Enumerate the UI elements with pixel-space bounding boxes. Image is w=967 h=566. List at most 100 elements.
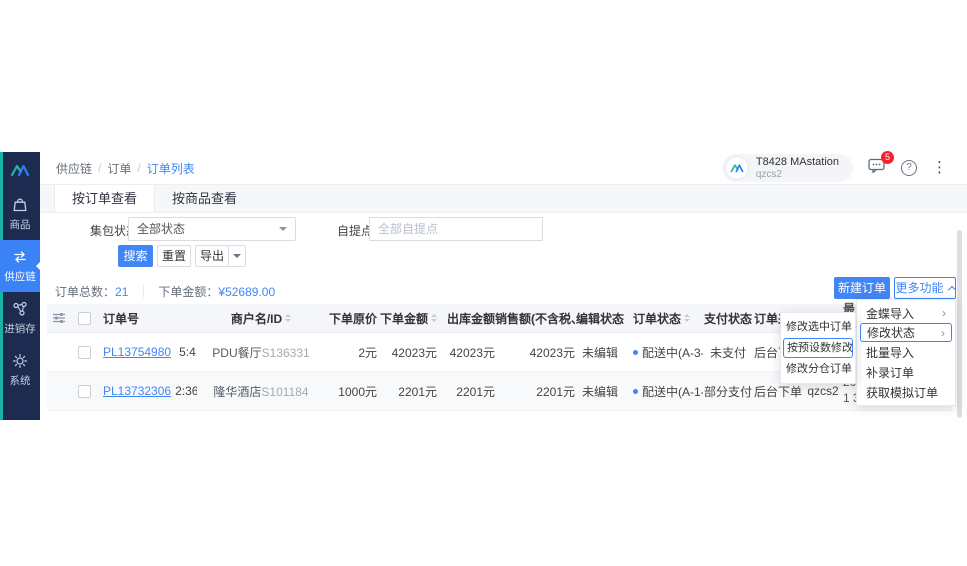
more-options-icon[interactable]: ⋮ (932, 160, 947, 175)
outbound-amount: 2201元 (437, 383, 495, 400)
pickup-point-label: 自提点 (337, 222, 373, 239)
messages-button[interactable]: 5 (868, 158, 886, 177)
select-all-checkbox[interactable] (78, 312, 91, 325)
sort-icon[interactable] (285, 311, 291, 325)
sidebar-item-system[interactable]: 系统 (0, 344, 40, 396)
row-checkbox[interactable] (78, 346, 91, 359)
pay-status: 部分支付 (703, 383, 753, 400)
gear-icon (11, 352, 29, 370)
header-order-no: 订单号 (97, 310, 197, 327)
merchant-name: PDU餐厅 (212, 346, 261, 360)
header-original-price: 下单原价 (325, 310, 377, 327)
sidebar-item-inventory[interactable]: 进销存 (0, 292, 40, 344)
order-link[interactable]: PL13754980 (103, 345, 171, 359)
submenu-arrow-icon: › (941, 326, 945, 340)
menu-item-label: 获取模拟订单 (866, 384, 938, 401)
status-dot (633, 350, 638, 355)
order-time: 5:41 (179, 345, 197, 359)
user-account-pill[interactable]: T8428 MAstation qzcs2 (722, 154, 853, 182)
sidebar-item-goods[interactable]: 商品 (0, 188, 40, 240)
menu-item-label: 补录订单 (866, 364, 914, 381)
breadcrumb-current-order-list[interactable]: 订单列表 (147, 160, 195, 177)
column-settings-icon (52, 312, 66, 324)
sidebar-item-supply-chain[interactable]: 供应链 (0, 240, 40, 292)
sidebar-item-label: 系统 (10, 373, 31, 388)
bag-icon (11, 196, 29, 214)
package-status-value: 全部状态 (137, 222, 185, 236)
page-canvas: 商品 供应链 进销存 系统 供应链 / 订单 / 订单列表 (0, 0, 967, 566)
sales-amount: 42023元 (495, 344, 575, 361)
breadcrumb-link-orders[interactable]: 订单 (107, 160, 131, 177)
submenu-item-modify-split-warehouse[interactable]: 修改分仓订单 (781, 358, 855, 380)
pay-status: 未支付 (703, 344, 753, 361)
pickup-point-input[interactable] (369, 217, 543, 241)
more-actions-menu: 金蝶导入 › 修改状态 › 批量导入 补录订单 获取模拟订单 (856, 299, 956, 406)
breadcrumb-separator: / (137, 161, 140, 175)
user-account: qzcs2 (756, 169, 839, 181)
user-name: T8428 MAstation (756, 156, 839, 169)
edit-status: 未编辑 (575, 383, 625, 400)
header-edit-status: 编辑状态 (575, 310, 625, 327)
order-amount: 2201元 (377, 383, 437, 400)
sidebar-item-label: 供应链 (4, 269, 36, 284)
merchant-id: S136331 (262, 346, 310, 360)
vertical-scrollbar[interactable] (957, 230, 962, 418)
notification-badge: 5 (881, 151, 894, 164)
more-actions-button[interactable]: 更多功能 (894, 277, 956, 299)
menu-item-modify-status[interactable]: 修改状态 › (860, 323, 952, 342)
search-button[interactable]: 搜索 (118, 245, 153, 267)
order-status: 配送中(A-3-1) (642, 344, 703, 361)
help-icon[interactable]: ? (901, 160, 917, 176)
more-actions-label: 更多功能 (895, 278, 943, 298)
app-logo[interactable] (0, 152, 40, 188)
row-checkbox[interactable] (78, 385, 91, 398)
header-order-status: 订单状态 (625, 310, 703, 327)
supply-chain-icon (11, 248, 29, 266)
caret-down-icon (233, 254, 241, 262)
order-count-value: 21 (115, 285, 128, 299)
row-checkbox-cell (71, 346, 97, 359)
row-checkbox-cell (71, 385, 97, 398)
breadcrumb-separator: / (98, 161, 101, 175)
export-dropdown-button[interactable] (228, 245, 246, 267)
header-outbound-amount: 出库金额 (437, 310, 495, 327)
menu-item-supplement-order[interactable]: 补录订单 (857, 362, 955, 382)
package-status-select[interactable]: 全部状态 (128, 217, 296, 241)
header-order-amount-label: 下单金额 (380, 310, 428, 327)
operator: qzcs2 (803, 384, 843, 398)
menu-item-batch-import[interactable]: 批量导入 (857, 342, 955, 362)
summary-divider: ｜ (137, 285, 149, 299)
status-dot (633, 389, 638, 394)
column-settings-button[interactable] (47, 312, 71, 324)
order-link[interactable]: PL13732306 (103, 384, 171, 398)
tab-product-view[interactable]: 按商品查看 (155, 185, 254, 212)
sidebar: 商品 供应链 进销存 系统 (0, 152, 40, 420)
order-summary: 订单总数：21｜下单金额：¥52689.00 (55, 283, 275, 300)
chevron-up-icon (947, 285, 955, 293)
new-order-button[interactable]: 新建订单 (834, 277, 890, 299)
merchant-id: S101184 (261, 385, 308, 399)
header-sales-amount: 销售额(不含税、运) (495, 310, 575, 327)
outbound-amount: 42023元 (437, 344, 495, 361)
order-no-cell: PL13732306 2:36 (97, 384, 197, 398)
reset-button[interactable]: 重置 (157, 245, 191, 267)
breadcrumb-link-supply-chain[interactable]: 供应链 (56, 160, 92, 177)
inventory-icon (11, 300, 29, 318)
menu-item-kingdee-import[interactable]: 金蝶导入 › (857, 303, 955, 323)
tab-order-view[interactable]: 按订单查看 (54, 185, 155, 212)
modify-status-submenu: 修改选中订单 按预设数修改 修改分仓订单 (780, 312, 856, 384)
order-amount-label: 下单金额： (158, 285, 218, 299)
order-status-cell: 配送中(A-1-1) (625, 383, 703, 400)
topbar-right: T8428 MAstation qzcs2 5 ? ⋮ (722, 154, 947, 182)
sort-icon[interactable] (684, 311, 690, 325)
submenu-arrow-icon: › (942, 306, 946, 320)
menu-item-get-simulated-orders[interactable]: 获取模拟订单 (857, 382, 955, 402)
original-price: 2元 (325, 344, 377, 361)
order-count-label: 订单总数： (55, 285, 115, 299)
export-button[interactable]: 导出 (195, 245, 229, 267)
merchant-cell: 隆华酒店S101184 (197, 383, 325, 400)
menu-item-label: 修改状态 (867, 324, 915, 341)
view-tabs: 按订单查看 按商品查看 (40, 185, 967, 213)
submenu-item-modify-by-preset[interactable]: 按预设数修改 (783, 338, 853, 358)
submenu-item-modify-selected[interactable]: 修改选中订单 (781, 316, 855, 338)
